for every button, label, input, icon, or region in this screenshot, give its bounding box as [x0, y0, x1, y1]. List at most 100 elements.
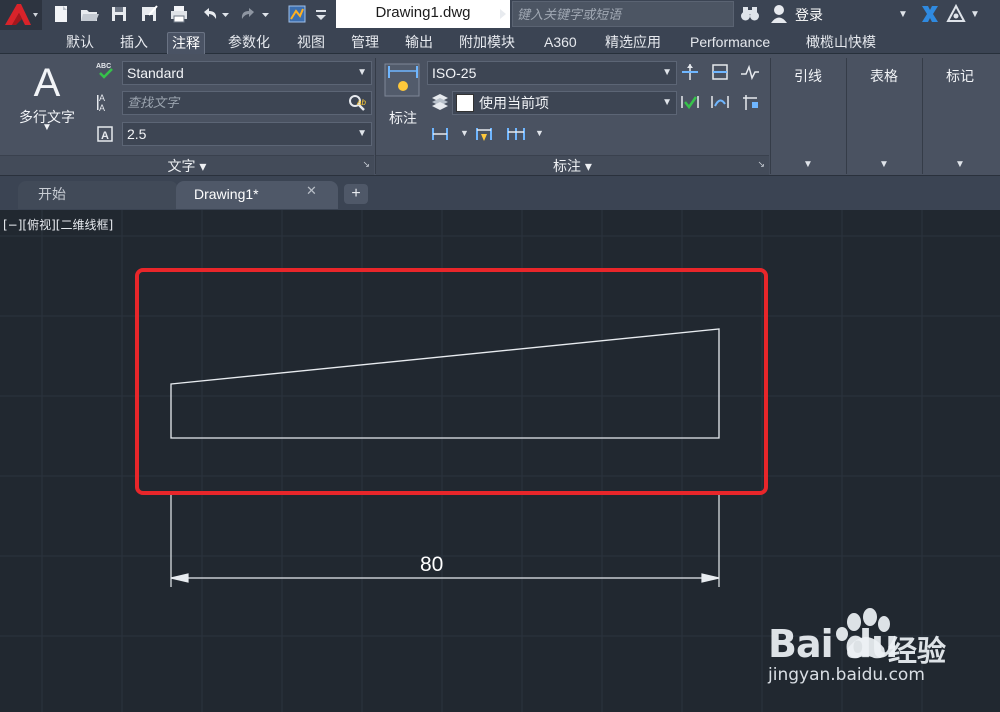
- tab-insert[interactable]: 插入: [120, 32, 148, 54]
- panel-launcher-icon[interactable]: ↘: [757, 154, 765, 174]
- linear-dimension-icon[interactable]: [430, 124, 450, 144]
- dimension-style-value: ISO-25: [432, 65, 477, 81]
- viewport-controls[interactable]: [−][俯视][二维线框]: [3, 216, 113, 233]
- multiline-text-dropdown-icon[interactable]: ▼: [6, 122, 88, 133]
- text-height-icon[interactable]: A: [96, 124, 116, 144]
- login-link[interactable]: 登录: [795, 5, 823, 25]
- dimension-panel-title: 标注 ▾: [553, 158, 592, 174]
- update-dimension-icon[interactable]: [710, 92, 730, 112]
- text-style-select[interactable]: Standard ▼: [122, 61, 372, 85]
- spell-check-icon[interactable]: ABC: [96, 60, 116, 80]
- ribbon-tab-bar: 默认 插入 注释 参数化 视图 管理 输出 附加模块 A360 精选应用 Per…: [0, 30, 1000, 76]
- open-file-icon[interactable]: [78, 3, 100, 25]
- redo-icon[interactable]: [238, 3, 260, 25]
- dimension-layer-icon[interactable]: [430, 92, 450, 112]
- adjust-space-icon[interactable]: [680, 62, 700, 82]
- multiline-text-button[interactable]: A 多行文字 ▼: [6, 56, 88, 154]
- panel-launcher-icon[interactable]: ↘: [362, 154, 370, 174]
- markup-panel-button[interactable]: 标记 ▼: [923, 54, 997, 174]
- dimension-text: 80: [420, 553, 444, 576]
- ribbon-panel-area: A 多行文字 ▼ ABC Standard ▼ AA 查找文字 ab A 2.5…: [0, 54, 1000, 176]
- tab-addins[interactable]: 附加模块: [459, 32, 515, 54]
- application-menu-button[interactable]: [0, 0, 42, 30]
- tab-annotate[interactable]: 注释: [167, 32, 205, 54]
- table-panel-button[interactable]: 表格 ▼: [847, 54, 921, 174]
- exchange-app-icon[interactable]: [920, 4, 940, 24]
- dim-break-icon[interactable]: [710, 62, 730, 82]
- svg-text:A: A: [101, 130, 109, 142]
- document-title: Drawing1.dwg: [336, 0, 510, 28]
- dimension-panel-footer[interactable]: 标注 ▾ ↘: [376, 155, 769, 175]
- inspect-dimension-icon[interactable]: [680, 92, 700, 112]
- text-panel-title: 文字 ▾: [167, 158, 207, 174]
- watermark-brand: Bai du: [768, 622, 898, 666]
- dimension-style-select[interactable]: ISO-25 ▼: [427, 61, 677, 85]
- letter-a-icon: A: [34, 61, 61, 105]
- continue-dimension-dropdown-icon[interactable]: ▼: [535, 128, 544, 138]
- tab-featured-apps[interactable]: 精选应用: [605, 32, 661, 54]
- text-height-select[interactable]: 2.5 ▼: [122, 122, 372, 146]
- tab-performance[interactable]: Performance: [690, 32, 770, 54]
- autocad-logo-icon: [5, 4, 38, 25]
- binoculars-icon[interactable]: [740, 5, 760, 23]
- svg-text:ab: ab: [357, 98, 366, 107]
- leader-panel-label: 引线: [794, 68, 822, 84]
- dropdown-arrow-icon: ▼: [803, 159, 813, 170]
- save-icon[interactable]: [108, 3, 130, 25]
- tab-output[interactable]: 输出: [405, 32, 433, 54]
- close-tab-icon[interactable]: ✕: [306, 183, 317, 199]
- save-as-icon[interactable]: [138, 3, 160, 25]
- tab-a360[interactable]: A360: [544, 32, 577, 54]
- leader-panel-button[interactable]: 引线 ▼: [771, 54, 845, 174]
- reassociate-icon[interactable]: [740, 92, 760, 112]
- watermark-url: jingyan.baidu.com: [768, 665, 925, 685]
- linear-dimension[interactable]: [170, 495, 720, 587]
- new-tab-button[interactable]: +: [344, 184, 368, 204]
- tab-default[interactable]: 默认: [66, 32, 94, 54]
- trapezoid-shape[interactable]: [170, 328, 720, 439]
- linear-dimension-dropdown-icon[interactable]: ▼: [460, 128, 469, 138]
- plot-icon[interactable]: [286, 3, 308, 25]
- undo-icon[interactable]: [198, 3, 220, 25]
- table-panel-label: 表格: [870, 68, 898, 84]
- dimension-layer-value: 使用当前项: [479, 95, 549, 111]
- print-icon[interactable]: [168, 3, 190, 25]
- highlight-box: [135, 268, 768, 495]
- login-dropdown-icon[interactable]: ▼: [898, 9, 908, 20]
- title-bar: Drawing1.dwg 键入关键字或短语 登录 ▼ ▼: [0, 0, 1000, 30]
- find-text-input[interactable]: 查找文字 ab: [122, 91, 372, 115]
- dimension-button[interactable]: 标注: [381, 56, 425, 154]
- search-input[interactable]: 键入关键字或短语: [512, 1, 734, 27]
- drawing-canvas[interactable]: [−][俯视][二维线框] 80 Bai du 经验 jingyan.baidu…: [0, 210, 1000, 712]
- new-file-icon[interactable]: [50, 3, 72, 25]
- dropdown-arrow-icon: ▼: [955, 159, 965, 170]
- dimension-icon: [384, 63, 420, 97]
- watermark-jingyan: 经验: [888, 636, 947, 668]
- dropdown-arrow-icon: ▼: [357, 128, 367, 139]
- text-panel-footer[interactable]: 文字 ▾ ↘: [0, 155, 374, 175]
- find-text-icon[interactable]: AA: [96, 92, 116, 113]
- help-dropdown-icon[interactable]: ▼: [970, 9, 980, 20]
- dimension-layer-select[interactable]: 使用当前项 ▼: [452, 91, 677, 115]
- redo-dropdown-icon[interactable]: [260, 3, 272, 25]
- text-height-value: 2.5: [127, 126, 147, 142]
- a360-icon[interactable]: [946, 3, 966, 24]
- search-expand-icon[interactable]: [494, 0, 512, 28]
- find-text-placeholder: 查找文字: [127, 95, 180, 110]
- tab-olive-mountain[interactable]: 橄榄山快模: [806, 32, 876, 54]
- svg-text:A: A: [99, 103, 105, 112]
- tab-start[interactable]: 开始: [18, 181, 178, 209]
- dimension-label: 标注: [389, 110, 417, 126]
- quick-dimension-icon[interactable]: [474, 124, 494, 144]
- tab-view[interactable]: 视图: [297, 32, 325, 54]
- continue-dimension-icon[interactable]: [506, 124, 526, 144]
- dropdown-arrow-icon: ▼: [662, 67, 672, 78]
- user-icon[interactable]: [770, 4, 788, 24]
- customize-qat-icon[interactable]: [314, 3, 328, 25]
- tab-manage[interactable]: 管理: [351, 32, 379, 54]
- find-replace-icon[interactable]: ab: [347, 93, 369, 113]
- undo-dropdown-icon[interactable]: [220, 3, 232, 25]
- tab-parametric[interactable]: 参数化: [228, 32, 270, 54]
- markup-panel-label: 标记: [946, 68, 974, 84]
- jogged-linear-icon[interactable]: [740, 62, 760, 82]
